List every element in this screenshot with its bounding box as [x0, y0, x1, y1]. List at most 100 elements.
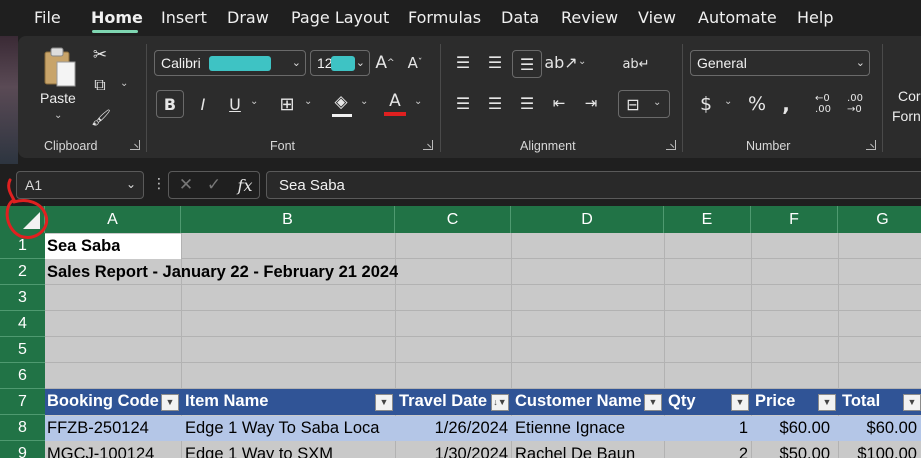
filter-dropdown-icon[interactable]: ▼: [161, 394, 179, 411]
orientation-icon[interactable]: ab↗: [544, 50, 577, 74]
sort-ascending-icon[interactable]: ↓▼: [491, 394, 509, 411]
filter-dropdown-icon[interactable]: ▼: [731, 394, 749, 411]
increase-font-size-icon[interactable]: A ^: [372, 50, 398, 76]
row-header-5[interactable]: 5: [0, 337, 45, 363]
header-customer-name[interactable]: Customer Name: [515, 392, 645, 411]
column-header-b[interactable]: B: [181, 206, 395, 233]
font-color-icon[interactable]: A: [382, 88, 408, 114]
align-center-icon[interactable]: ☰: [482, 91, 508, 115]
conditional-formatting-label[interactable]: Cor: [898, 88, 921, 104]
filter-dropdown-icon[interactable]: ▼: [375, 394, 393, 411]
table-cell[interactable]: Etienne Ignace: [515, 419, 662, 438]
tab-insert[interactable]: Insert: [161, 8, 207, 27]
column-header-c[interactable]: C: [395, 206, 511, 233]
header-total[interactable]: Total: [842, 392, 902, 411]
enter-check-icon[interactable]: ✓: [203, 174, 225, 196]
table-cell[interactable]: 1/26/2024: [397, 419, 508, 438]
more-options-icon[interactable]: ⋮: [152, 176, 166, 192]
select-all-button[interactable]: [0, 206, 45, 233]
percent-icon[interactable]: %: [744, 91, 770, 117]
header-booking-code[interactable]: Booking Code: [47, 392, 159, 411]
column-header-a[interactable]: A: [45, 206, 181, 233]
underline-chevron-down-icon[interactable]: ⌄: [250, 96, 258, 107]
decrease-font-size-icon[interactable]: Aˇ: [402, 50, 428, 76]
row-header-6[interactable]: 6: [0, 363, 45, 389]
increase-indent-icon[interactable]: ⇥: [578, 91, 604, 115]
currency-icon[interactable]: $: [694, 91, 718, 117]
cell-a2[interactable]: Sales Report - January 22 - February 21 …: [47, 263, 398, 282]
underline-icon[interactable]: U: [222, 91, 248, 117]
tab-review[interactable]: Review: [561, 8, 618, 27]
tab-file[interactable]: File: [34, 8, 61, 27]
row-header-2[interactable]: 2: [0, 259, 45, 285]
decrease-indent-icon[interactable]: ⇤: [546, 91, 572, 115]
number-format-combo[interactable]: General ⌄: [690, 50, 870, 76]
merge-center-button[interactable]: ⊟ ⌄: [618, 90, 670, 118]
align-right-icon[interactable]: ☰: [514, 91, 540, 115]
borders-chevron-down-icon[interactable]: ⌄: [304, 96, 312, 107]
row-header-8[interactable]: 8: [0, 415, 45, 441]
tab-automate[interactable]: Automate: [698, 8, 777, 27]
bottom-align-button[interactable]: ☰: [512, 50, 542, 78]
table-cell[interactable]: FFZB-250124: [47, 419, 179, 438]
top-align-icon[interactable]: ☰: [450, 50, 476, 74]
insert-function-icon[interactable]: fx: [233, 173, 257, 197]
filter-dropdown-icon[interactable]: ▼: [818, 394, 836, 411]
cut-icon[interactable]: ✂: [90, 44, 110, 66]
comma-style-icon[interactable]: ,: [776, 91, 796, 117]
filter-dropdown-icon[interactable]: ▼: [903, 394, 921, 411]
alignment-dialog-launcher-icon[interactable]: [666, 140, 676, 150]
fill-color-chevron-down-icon[interactable]: ⌄: [360, 96, 368, 107]
cell-a1[interactable]: Sea Saba: [47, 237, 120, 256]
tab-data[interactable]: Data: [501, 8, 539, 27]
header-travel-date[interactable]: Travel Date: [399, 392, 491, 411]
paste-chevron-down-icon[interactable]: ⌄: [54, 110, 62, 121]
table-cell[interactable]: $60.00: [840, 419, 917, 438]
table-cell[interactable]: MGCJ-100124: [47, 445, 179, 458]
decrease-decimal-icon[interactable]: .00 →0: [842, 91, 868, 117]
filter-dropdown-icon[interactable]: ▼: [644, 394, 662, 411]
name-box[interactable]: A1 ⌄: [16, 171, 144, 199]
tab-home[interactable]: Home: [91, 8, 143, 27]
table-cell[interactable]: Edge 1 Way To Saba Loca: [185, 419, 393, 438]
copy-chevron-down-icon[interactable]: ⌄: [120, 78, 128, 89]
fill-color-icon[interactable]: ◈: [328, 89, 354, 115]
table-cell[interactable]: $100.00: [840, 445, 917, 458]
currency-chevron-down-icon[interactable]: ⌄: [724, 96, 732, 107]
paste-icon[interactable]: [40, 46, 80, 88]
conditional-formatting-label-line2[interactable]: Forn: [892, 108, 921, 124]
copy-icon[interactable]: ⧉: [90, 74, 110, 96]
row-header-3[interactable]: 3: [0, 285, 45, 311]
cancel-icon[interactable]: ✕: [175, 174, 197, 196]
orientation-chevron-down-icon[interactable]: ⌄: [578, 56, 586, 67]
font-color-chevron-down-icon[interactable]: ⌄: [414, 96, 422, 107]
table-cell[interactable]: $50.00: [753, 445, 830, 458]
header-item-name[interactable]: Item Name: [185, 392, 373, 411]
table-cell[interactable]: 2: [666, 445, 748, 458]
font-dialog-launcher-icon[interactable]: [423, 140, 433, 150]
bold-button[interactable]: B: [156, 90, 184, 118]
font-name-combo[interactable]: Calibri ⌄: [154, 50, 306, 76]
table-cell[interactable]: 1: [666, 419, 748, 438]
table-cell[interactable]: $60.00: [753, 419, 830, 438]
font-size-combo[interactable]: 12 ⌄: [310, 50, 370, 76]
column-header-d[interactable]: D: [511, 206, 664, 233]
middle-align-icon[interactable]: ☰: [482, 50, 508, 74]
tab-help[interactable]: Help: [797, 8, 833, 27]
row-header-9[interactable]: 9: [0, 441, 45, 458]
increase-decimal-icon[interactable]: ←0.00: [810, 91, 836, 117]
row-header-7[interactable]: 7: [0, 389, 45, 415]
row-header-1[interactable]: 1: [0, 233, 45, 259]
italic-icon[interactable]: I: [190, 91, 216, 117]
row-header-4[interactable]: 4: [0, 311, 45, 337]
table-cell[interactable]: Rachel De Baun: [515, 445, 662, 458]
align-left-icon[interactable]: ☰: [450, 91, 476, 115]
column-header-f[interactable]: F: [751, 206, 838, 233]
format-painter-icon[interactable]: 🖌: [90, 106, 112, 128]
tab-page-layout[interactable]: Page Layout: [291, 8, 389, 27]
header-price[interactable]: Price: [755, 392, 815, 411]
column-header-g[interactable]: G: [838, 206, 921, 233]
borders-icon[interactable]: ⊞: [274, 91, 300, 117]
clipboard-dialog-launcher-icon[interactable]: [130, 140, 140, 150]
column-header-e[interactable]: E: [664, 206, 751, 233]
